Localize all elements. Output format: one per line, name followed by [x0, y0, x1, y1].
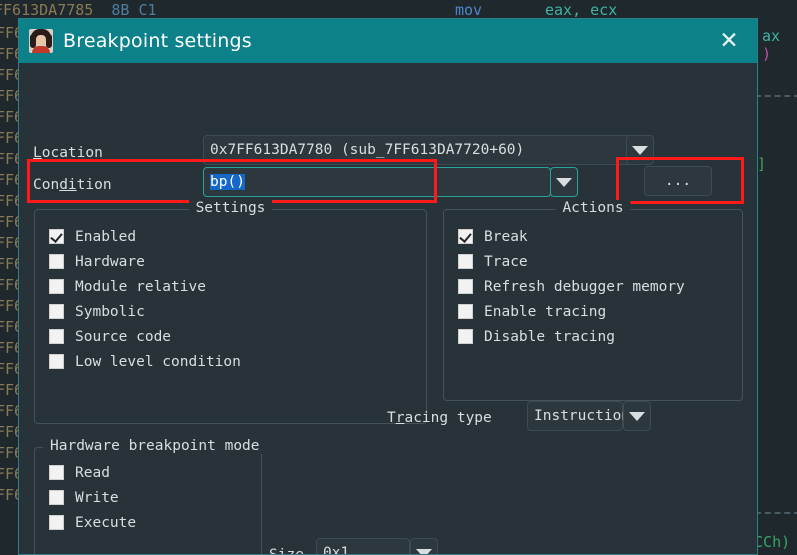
actions-group-title: Actions [555, 200, 631, 216]
location-value: 0x7FF613DA7780 (sub_7FF613DA7720+60) [210, 142, 525, 158]
settings-checkbox-4[interactable]: Source code [49, 324, 426, 349]
bg-frag-ax: ax [762, 27, 780, 45]
checkbox-icon[interactable] [49, 515, 64, 530]
actions-checkbox-2[interactable]: Refresh debugger memory [458, 274, 742, 299]
checkbox-icon[interactable] [49, 354, 64, 369]
tracing-type-dropdown-button[interactable] [623, 401, 651, 431]
size-label-pre: Si [269, 547, 287, 555]
actions-checkbox-label: Enable tracing [484, 303, 607, 320]
checkbox-icon[interactable] [49, 254, 64, 269]
bg-frag-2: ] [757, 155, 767, 173]
settings-checkbox-1[interactable]: Hardware [49, 249, 426, 274]
breakpoint-settings-dialog: Breakpoint settings ✕ Location 0x7FF613D… [18, 18, 758, 555]
settings-checkbox-label: Enabled [75, 228, 137, 245]
size-label: Size [269, 547, 304, 555]
bg-top-mnemonic: mov [455, 1, 482, 19]
tracing-type-pre: T [387, 410, 396, 426]
checkbox-checked-icon[interactable] [49, 229, 64, 244]
dialog-title: Breakpoint settings [63, 30, 252, 52]
checkbox-checked-icon[interactable] [458, 229, 473, 244]
hardware-checkbox-label: Read [75, 464, 110, 481]
condition-dropdown-button[interactable] [550, 167, 578, 197]
checkbox-icon[interactable] [458, 304, 473, 319]
size-label-rest: e [295, 547, 304, 555]
bg-separator-bottom [755, 512, 797, 514]
hardware-checkbox-2[interactable]: Execute [49, 510, 261, 535]
hardware-mode-group: Hardware breakpoint mode Read Write Execut… [34, 438, 267, 554]
actions-checkbox-1[interactable]: Trace [458, 249, 742, 274]
tracing-type-label: Tracing type [387, 410, 492, 426]
chevron-down-icon [629, 411, 645, 421]
settings-group-title: Settings [188, 200, 273, 216]
settings-checkbox-label: Low level condition [75, 353, 241, 370]
hardware-mode-group-title: Hardware breakpoint mode [43, 438, 267, 454]
settings-checkbox-list: Enabled Hardware Module relative Symbolic So… [35, 210, 426, 374]
settings-checkbox-label: Symbolic [75, 303, 145, 320]
checkbox-icon[interactable] [458, 329, 473, 344]
checkbox-icon[interactable] [458, 254, 473, 269]
size-value: 0x1 [323, 545, 350, 555]
hardware-checkbox-1[interactable]: Write [49, 485, 261, 510]
settings-checkbox-label: Source code [75, 328, 172, 345]
bg-frag-1: ) [762, 45, 772, 63]
settings-checkbox-label: Hardware [75, 253, 145, 270]
settings-checkbox-label: Module relative [75, 278, 206, 295]
bg-separator-top [755, 95, 797, 97]
hardware-checkbox-label: Execute [75, 514, 137, 531]
actions-checkbox-4[interactable]: Disable tracing [458, 324, 742, 349]
bg-top-operands: eax, ecx [545, 1, 617, 19]
size-input[interactable]: 0x1 [316, 538, 410, 555]
close-icon[interactable]: ✕ [701, 19, 757, 63]
bg-top-line: FF613DA7785 8B C1 [0, 1, 157, 19]
chevron-down-icon [632, 145, 648, 155]
hardware-checkbox-label: Write [75, 489, 119, 506]
avatar-icon [29, 29, 53, 53]
actions-checkbox-3[interactable]: Enable tracing [458, 299, 742, 324]
settings-checkbox-3[interactable]: Symbolic [49, 299, 426, 324]
actions-checkbox-list: Break Trace Refresh debugger memory Enable … [444, 210, 742, 349]
dialog-titlebar[interactable]: Breakpoint settings ✕ [19, 19, 757, 63]
checkbox-icon[interactable] [49, 304, 64, 319]
tracing-type-select[interactable]: Instructions [527, 401, 639, 431]
bg-address: FF613DA7785 [0, 1, 94, 19]
bg-mnemonic: mov [455, 1, 483, 19]
hardware-checkbox-0[interactable]: Read [49, 460, 261, 485]
bg-frag-0: ax [762, 27, 781, 45]
actions-checkbox-label: Disable tracing [484, 328, 615, 345]
bg-bytes-value: 8B C1 [111, 1, 157, 19]
chevron-down-icon [556, 177, 572, 187]
settings-checkbox-5[interactable]: Low level condition [49, 349, 426, 374]
actions-checkbox-label: Refresh debugger memory [484, 278, 685, 295]
actions-checkbox-0[interactable]: Break [458, 224, 742, 249]
condition-highlight-box [27, 159, 437, 203]
settings-checkbox-0[interactable]: Enabled [49, 224, 426, 249]
bg-frag-paren: ) [762, 45, 771, 63]
size-accel: z [286, 547, 296, 555]
actions-checkbox-label: Trace [484, 253, 528, 270]
bg-bytes [93, 1, 111, 19]
hardware-checkbox-list: Read Write Execute [35, 448, 261, 535]
tracing-type-rest: acing type [404, 410, 492, 426]
bg-operands: eax, ecx [545, 1, 618, 19]
size-dropdown-button[interactable] [410, 538, 438, 554]
checkbox-icon[interactable] [458, 279, 473, 294]
settings-group: Settings Enabled Hardware Module relative S… [34, 200, 427, 424]
actions-checkbox-label: Break [484, 228, 528, 245]
checkbox-icon[interactable] [49, 329, 64, 344]
checkbox-icon[interactable] [49, 465, 64, 480]
dialog-body: Location 0x7FF613DA7780 (sub_7FF613DA772… [19, 63, 757, 555]
settings-checkbox-2[interactable]: Module relative [49, 274, 426, 299]
chevron-down-icon [416, 548, 432, 554]
ellipsis-highlight-box [616, 157, 744, 204]
actions-group: Actions Break Trace Refresh debugger memor… [443, 200, 743, 401]
checkbox-icon[interactable] [49, 279, 64, 294]
checkbox-icon[interactable] [49, 490, 64, 505]
